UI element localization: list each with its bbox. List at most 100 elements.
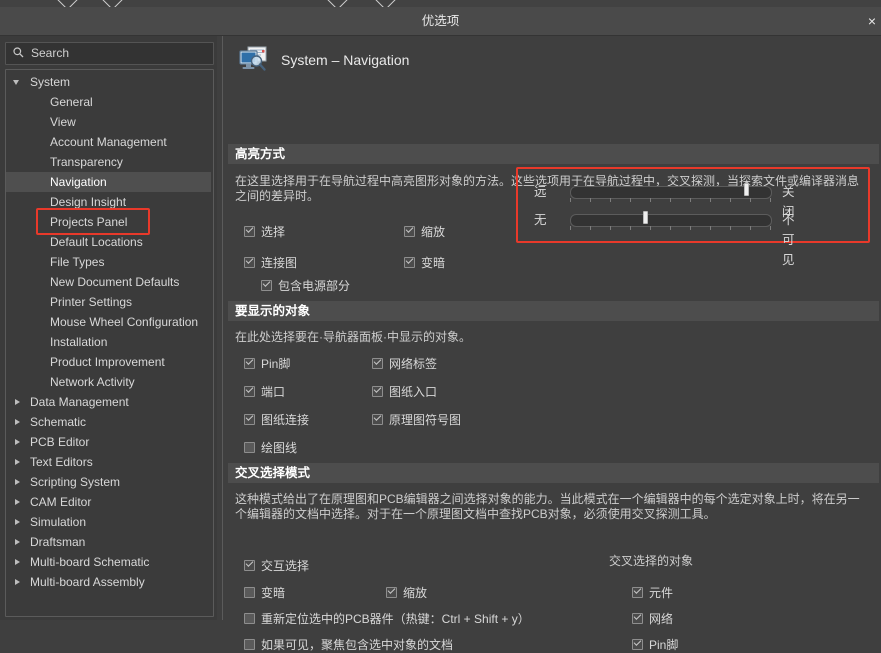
sidebar-item-general[interactable]: General [6, 92, 211, 112]
checkbox-connection-graph[interactable] [244, 256, 255, 268]
checkbox-label[interactable]: 网络 [649, 611, 673, 627]
page-header: System – Navigation [223, 36, 881, 84]
sidebar-item-installation[interactable]: Installation [6, 332, 211, 352]
chevron-right-icon[interactable] [15, 459, 20, 465]
checkbox-label[interactable]: Pin脚 [649, 637, 678, 653]
search-input[interactable]: Search [31, 43, 69, 64]
slider-tick [590, 198, 591, 202]
chevron-right-icon[interactable] [15, 479, 20, 485]
sidebar-item-schematic[interactable]: Schematic [6, 412, 211, 432]
checkbox-component[interactable] [632, 586, 643, 598]
section-title: 要显示的对象 [235, 304, 311, 318]
sliders-highlight-annotation: 远 关闭 无 不可见 [516, 167, 870, 267]
sidebar-item-product-improvement[interactable]: Product Improvement [6, 352, 211, 372]
checkbox-label[interactable]: 变暗 [421, 255, 445, 271]
checkbox-port[interactable] [244, 385, 255, 397]
sidebar-item-file-types[interactable]: File Types [6, 252, 211, 272]
checkbox-sheet-connection[interactable] [244, 413, 255, 425]
checkbox-net-label[interactable] [372, 357, 383, 369]
sidebar-item-view[interactable]: View [6, 112, 211, 132]
checkbox-label[interactable]: 包含电源部分 [278, 278, 350, 294]
checkbox-label[interactable]: 端口 [261, 384, 285, 400]
sidebar-item-transparency[interactable]: Transparency [6, 152, 211, 172]
checkbox-cs-dim[interactable] [244, 587, 255, 598]
slider-tick [570, 198, 571, 202]
chevron-right-icon[interactable] [15, 399, 20, 405]
checkbox-label[interactable]: 元件 [649, 585, 673, 601]
checkbox-label[interactable]: 网络标签 [389, 356, 437, 372]
sidebar-item-draftsman[interactable]: Draftsman [6, 532, 211, 552]
sidebar-item-text-editors[interactable]: Text Editors [6, 452, 211, 472]
slider-tick [650, 198, 651, 202]
checkbox-label[interactable]: 交互选择 [261, 558, 309, 574]
checkbox-label[interactable]: 原理图符号图 [389, 412, 461, 428]
checkbox-zoom[interactable] [404, 225, 415, 237]
slider-left-label: 远 [534, 185, 547, 199]
checkbox-dim[interactable] [404, 256, 415, 268]
checkbox-label[interactable]: 图纸入口 [389, 384, 437, 400]
checkbox-interactive-select[interactable] [244, 559, 255, 571]
sidebar-item-label: Network Activity [50, 375, 135, 389]
checkbox-include-power[interactable] [261, 279, 272, 291]
sidebar-item-label: Draftsman [30, 535, 86, 549]
sidebar-item-pcb-editor[interactable]: PCB Editor [6, 432, 211, 452]
sidebar-item-data-management[interactable]: Data Management [6, 392, 211, 412]
checkbox-label[interactable]: Pin脚 [261, 356, 290, 372]
sidebar-item-design-insight[interactable]: Design Insight [6, 192, 211, 212]
chevron-right-icon[interactable] [15, 419, 20, 425]
sidebar-item-multi-board-schematic[interactable]: Multi-board Schematic [6, 552, 211, 572]
checkbox-label[interactable]: 图纸连接 [261, 412, 309, 428]
chevron-right-icon[interactable] [15, 579, 20, 585]
chevron-right-icon[interactable] [15, 499, 20, 505]
chevron-right-icon[interactable] [15, 519, 20, 525]
checkbox-pin[interactable] [244, 357, 255, 369]
checkbox-label[interactable]: 变暗 [261, 585, 285, 601]
sidebar-item-network-activity[interactable]: Network Activity [6, 372, 211, 392]
sidebar-item-multi-board-assembly[interactable]: Multi-board Assembly [6, 572, 211, 592]
checkbox-label[interactable]: 缩放 [403, 585, 427, 601]
sidebar-item-account-management[interactable]: Account Management [6, 132, 211, 152]
section-header-highlight: 高亮方式 [228, 144, 879, 164]
sidebar-item-navigation[interactable]: Navigation [6, 172, 211, 192]
sidebar-item-projects-panel[interactable]: Projects Panel [6, 212, 211, 232]
checkbox-label[interactable]: 选择 [261, 224, 285, 240]
sidebar-item-cam-editor[interactable]: CAM Editor [6, 492, 211, 512]
slider-handle-dim[interactable] [643, 211, 649, 224]
chevron-down-icon[interactable] [13, 80, 19, 85]
sidebar-item-new-document-defaults[interactable]: New Document Defaults [6, 272, 211, 292]
checkbox-select[interactable] [244, 225, 255, 237]
sidebar-item-printer-settings[interactable]: Printer Settings [6, 292, 211, 312]
checkbox-label[interactable]: 重新定位选中的PCB器件（热键：Ctrl + Shift + y） [261, 611, 530, 627]
section-title: 高亮方式 [235, 147, 286, 161]
checkbox-reposition-pcb[interactable] [244, 613, 255, 624]
slider-tick [710, 226, 711, 230]
checkbox-schematic-symbol[interactable] [372, 413, 383, 425]
chevron-right-icon[interactable] [15, 439, 20, 445]
slider-handle-distance[interactable] [743, 183, 749, 196]
checkbox-label[interactable]: 连接图 [261, 255, 297, 271]
checkbox-drawing-line[interactable] [244, 442, 255, 453]
sidebar-item-default-locations[interactable]: Default Locations [6, 232, 211, 252]
slider-ticks [570, 198, 772, 203]
sidebar-item-mouse-wheel-configuration[interactable]: Mouse Wheel Configuration [6, 312, 211, 332]
checkbox-label[interactable]: 如果可见，聚焦包含选中对象的文档 [261, 637, 453, 653]
sidebar-item-label: Multi-board Schematic [30, 555, 150, 569]
search-box[interactable]: Search [5, 42, 214, 65]
checkbox-label[interactable]: 绘图线 [261, 440, 297, 456]
slider-tick [610, 198, 611, 202]
checkbox-net[interactable] [632, 612, 643, 624]
tree-list: System General View Account Management Trans… [6, 72, 211, 592]
slider-tick [690, 198, 691, 202]
chevron-right-icon[interactable] [15, 559, 20, 565]
slider-tick [670, 226, 671, 230]
sidebar-item-scripting-system[interactable]: Scripting System [6, 472, 211, 492]
sidebar-item-system[interactable]: System [6, 72, 211, 92]
checkbox-sheet-entry[interactable] [372, 385, 383, 397]
checkbox-label[interactable]: 缩放 [421, 224, 445, 240]
checkbox-focus-document[interactable] [244, 639, 255, 650]
sidebar-item-simulation[interactable]: Simulation [6, 512, 211, 532]
close-icon[interactable]: × [865, 12, 879, 30]
chevron-right-icon[interactable] [15, 539, 20, 545]
checkbox-cs-zoom[interactable] [386, 586, 397, 598]
checkbox-cs-pin[interactable] [632, 638, 643, 650]
